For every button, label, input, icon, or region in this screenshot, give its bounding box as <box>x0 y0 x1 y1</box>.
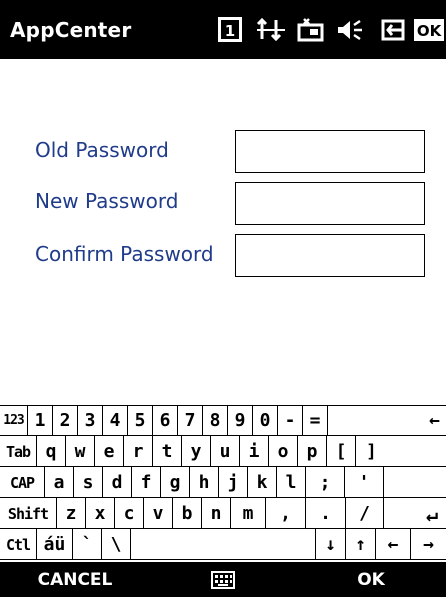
key-backtick[interactable]: ` <box>73 529 102 560</box>
keyboard-row-qwerty: Tab q w e r t y u i o p [ ] <box>0 436 446 467</box>
new-password-input[interactable] <box>235 182 425 225</box>
keyboard-row-bottom: Ctl áü ` \ ↓ ↑ ← → <box>0 529 446 560</box>
key-p[interactable]: p <box>298 436 327 467</box>
key-q[interactable]: q <box>37 436 66 467</box>
key-f[interactable]: f <box>132 467 161 498</box>
sim-slot-1-icon[interactable]: 1 <box>218 17 242 43</box>
key-v[interactable]: v <box>144 498 173 529</box>
confirm-password-input[interactable] <box>235 234 425 277</box>
key-blank-row3[interactable] <box>384 467 446 498</box>
key-right-bracket[interactable]: ] <box>356 436 446 467</box>
key-9[interactable]: 9 <box>228 405 253 436</box>
key-7[interactable]: 7 <box>178 405 203 436</box>
key-0[interactable]: 0 <box>253 405 278 436</box>
key-j[interactable]: j <box>219 467 248 498</box>
enter-key[interactable]: ↵ <box>384 498 446 529</box>
key-e[interactable]: e <box>95 436 124 467</box>
key-2[interactable]: 2 <box>53 405 78 436</box>
old-password-label: Old Password <box>35 138 169 162</box>
new-password-label: New Password <box>35 189 179 213</box>
key-8[interactable]: 8 <box>203 405 228 436</box>
key-3[interactable]: 3 <box>78 405 103 436</box>
key-slash[interactable]: / <box>346 498 384 529</box>
arrow-left-key[interactable]: ← <box>376 529 411 560</box>
sim-slot-label: 1 <box>225 22 235 40</box>
key-1[interactable]: 1 <box>28 405 53 436</box>
confirm-password-label: Confirm Password <box>35 242 214 266</box>
key-y[interactable]: y <box>182 436 211 467</box>
keyboard-row-home: CAP a s d f g h j k l ; ' <box>0 467 446 498</box>
title-bar: AppCenter 1 OK <box>0 0 446 59</box>
key-r[interactable]: r <box>124 436 153 467</box>
connectivity-icon[interactable] <box>256 17 286 43</box>
keyboard-icon[interactable] <box>200 562 246 597</box>
key-z[interactable]: z <box>57 498 86 529</box>
accent-key[interactable]: áü <box>37 529 73 560</box>
arrow-right-key[interactable]: → <box>411 529 446 560</box>
keyboard-row-shift: Shift z x c v b n m , . / ↵ <box>0 498 446 529</box>
ok-icon[interactable]: OK <box>414 17 444 43</box>
key-c[interactable]: c <box>115 498 144 529</box>
key-a[interactable]: a <box>45 467 74 498</box>
keyboard-row-numbers: 123 1 2 3 4 5 6 7 8 9 0 - = ← <box>0 405 446 436</box>
key-m[interactable]: m <box>231 498 266 529</box>
key-backslash[interactable]: \ <box>102 529 131 560</box>
key-n[interactable]: n <box>202 498 231 529</box>
ok-icon-label: OK <box>417 22 443 40</box>
cancel-button[interactable]: CANCEL <box>0 562 150 597</box>
key-o[interactable]: o <box>269 436 298 467</box>
shift-key[interactable]: Shift <box>0 498 57 529</box>
key-g[interactable]: g <box>161 467 190 498</box>
speaker-icon[interactable] <box>336 17 364 43</box>
tab-key[interactable]: Tab <box>0 436 37 467</box>
key-period[interactable]: . <box>306 498 346 529</box>
battery-icon[interactable] <box>296 17 326 43</box>
key-equals[interactable]: = <box>303 405 328 436</box>
key-5[interactable]: 5 <box>128 405 153 436</box>
key-k[interactable]: k <box>248 467 277 498</box>
power-plug-icon[interactable] <box>380 17 406 43</box>
key-s[interactable]: s <box>74 467 103 498</box>
ok-button[interactable]: OK <box>296 562 446 597</box>
caps-lock-key[interactable]: CAP <box>0 467 45 498</box>
backspace-key[interactable]: ← <box>328 405 446 436</box>
key-h[interactable]: h <box>190 467 219 498</box>
key-x[interactable]: x <box>86 498 115 529</box>
ctrl-key[interactable]: Ctl <box>0 529 37 560</box>
key-6[interactable]: 6 <box>153 405 178 436</box>
key-comma[interactable]: , <box>266 498 306 529</box>
key-left-bracket[interactable]: [ <box>327 436 356 467</box>
old-password-input[interactable] <box>235 130 425 173</box>
key-minus[interactable]: - <box>278 405 303 436</box>
key-123[interactable]: 123 <box>0 405 28 436</box>
arrow-up-key[interactable]: ↑ <box>346 529 376 560</box>
command-bar: CANCEL OK <box>0 562 446 597</box>
key-b[interactable]: b <box>173 498 202 529</box>
app-title: AppCenter <box>10 18 132 42</box>
key-u[interactable]: u <box>211 436 240 467</box>
soft-keyboard: 123 1 2 3 4 5 6 7 8 9 0 - = ← Tab q w e … <box>0 405 446 562</box>
key-w[interactable]: w <box>66 436 95 467</box>
key-t[interactable]: t <box>153 436 182 467</box>
key-d[interactable]: d <box>103 467 132 498</box>
space-key[interactable] <box>131 529 316 560</box>
key-apostrophe[interactable]: ' <box>345 467 384 498</box>
key-4[interactable]: 4 <box>103 405 128 436</box>
key-l[interactable]: l <box>277 467 306 498</box>
key-i[interactable]: i <box>240 436 269 467</box>
arrow-down-key[interactable]: ↓ <box>316 529 346 560</box>
key-semicolon[interactable]: ; <box>306 467 345 498</box>
